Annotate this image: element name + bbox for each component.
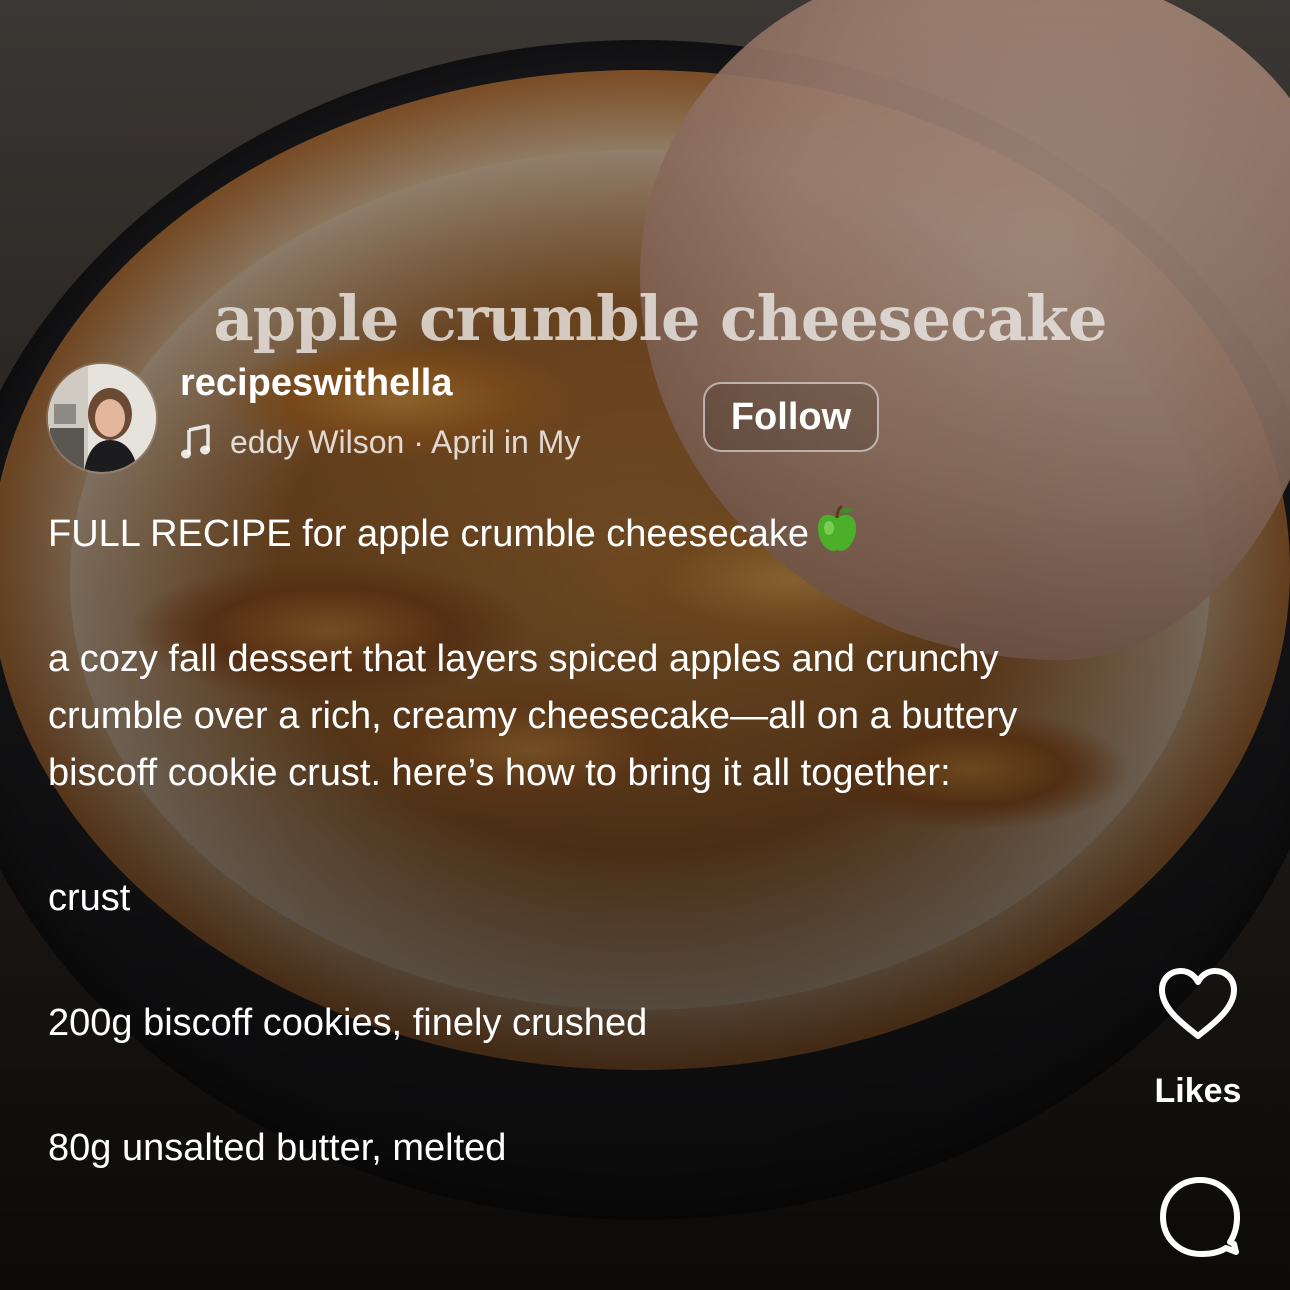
heart-icon[interactable]: [1156, 966, 1240, 1042]
avatar-image: [48, 364, 156, 472]
video-overlay-title: apple crumble cheesecake: [213, 282, 1108, 355]
reel-viewer: apple crumble cheesecake recipeswithella…: [0, 0, 1290, 1290]
music-note-icon: [181, 424, 210, 459]
likes-count[interactable]: Likes: [1140, 1072, 1256, 1111]
caption-ingredient: 80g unsalted butter, melted: [48, 1127, 507, 1169]
caption-ingredient: 200g biscoff cookies, finely crushed: [48, 1002, 648, 1044]
caption-title-line: FULL RECIPE for apple crumble cheesecake: [48, 504, 1108, 563]
avatar[interactable]: [48, 364, 156, 472]
audio-track-label: eddy Wilson · April in My: [230, 423, 581, 460]
follow-button[interactable]: Follow: [703, 382, 879, 452]
comment-icon[interactable]: [1156, 1172, 1242, 1258]
author-username[interactable]: recipeswithella: [180, 362, 452, 405]
green-apple-icon: [818, 504, 857, 551]
caption-description: a cozy fall dessert that layers spiced a…: [48, 638, 1018, 794]
caption-section-heading: crust: [48, 877, 131, 919]
post-caption[interactable]: FULL RECIPE for apple crumble cheesecake…: [48, 504, 1108, 1177]
audio-track[interactable]: eddy Wilson · April in My: [180, 420, 660, 464]
caption-title: FULL RECIPE for apple crumble cheesecake: [48, 513, 810, 555]
